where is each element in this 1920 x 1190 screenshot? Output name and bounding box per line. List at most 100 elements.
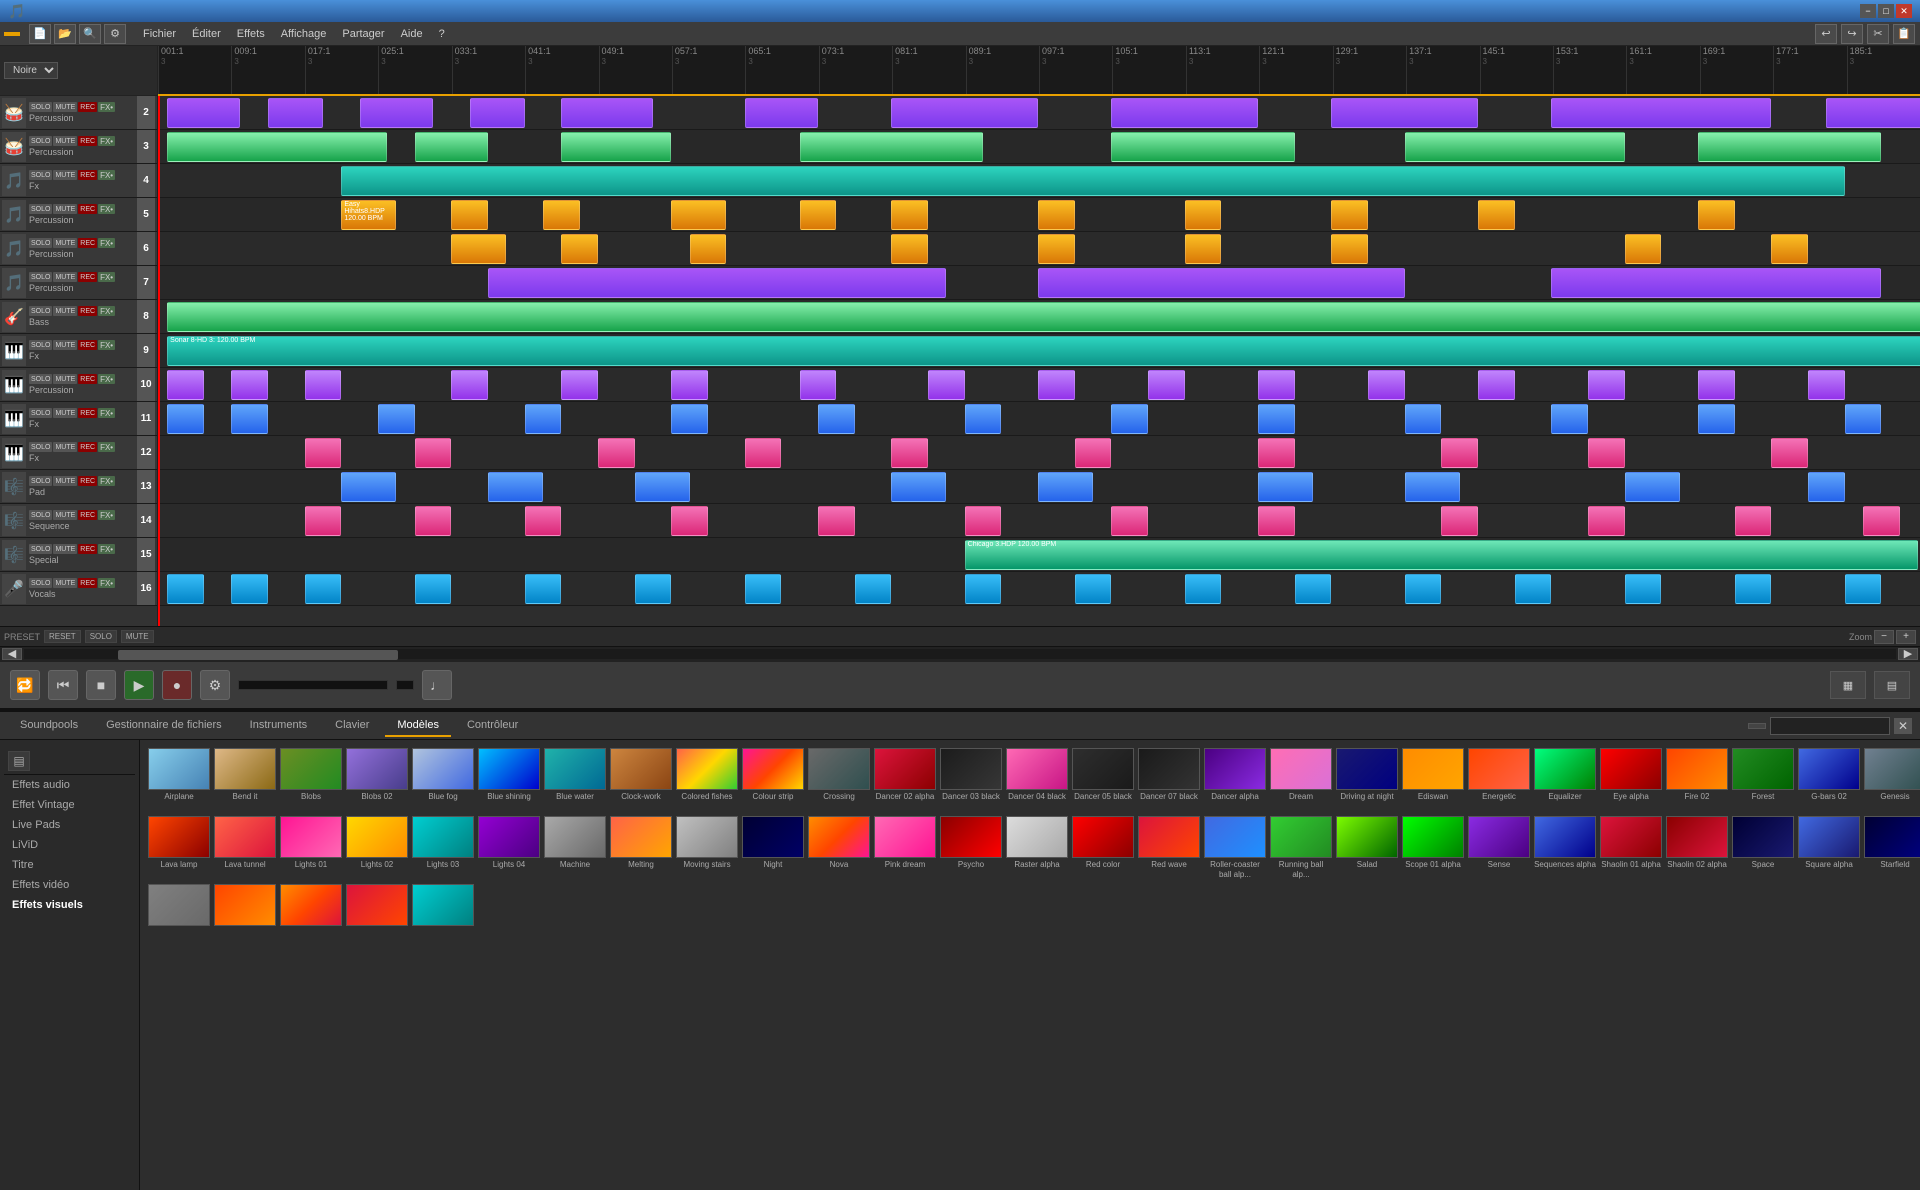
sample-shaolin-01-alpha[interactable]: Shaolin 01 alpha (1600, 816, 1662, 880)
rec-btn-9[interactable]: REC (78, 340, 97, 350)
sample-driving-at-night[interactable]: Driving at night (1336, 748, 1398, 812)
fx-btn-8[interactable]: FX• (98, 306, 115, 316)
new-btn[interactable]: 📄 (29, 24, 51, 44)
clip-13-7[interactable] (1625, 472, 1680, 502)
sample-pink-dream[interactable]: Pink dream (874, 816, 936, 880)
rec-btn-8[interactable]: REC (78, 306, 97, 316)
sample-blue-water[interactable]: Blue water (544, 748, 606, 812)
sample-shaolin-02-alpha[interactable]: Shaolin 02 alpha (1666, 816, 1728, 880)
clip-10-7[interactable] (928, 370, 965, 400)
clip-13-4[interactable] (1038, 472, 1093, 502)
rec-btn-4[interactable]: REC (78, 170, 97, 180)
solo-btn-global[interactable]: SOLO (85, 630, 117, 643)
clip-5-3[interactable] (671, 200, 726, 230)
mute-btn-13[interactable]: MUTE (53, 476, 77, 486)
fx-btn-4[interactable]: FX• (98, 170, 115, 180)
search-input[interactable] (1770, 717, 1890, 735)
rec-btn-11[interactable]: REC (78, 408, 97, 418)
sample-[interactable] (214, 884, 276, 948)
sample-ediswan[interactable]: Ediswan (1402, 748, 1464, 812)
sample-fire-02[interactable]: Fire 02 (1666, 748, 1728, 812)
rec-btn-5[interactable]: REC (78, 204, 97, 214)
clip-14-8[interactable] (1441, 506, 1478, 536)
tab-gestionnaire-de-fichiers[interactable]: Gestionnaire de fichiers (94, 715, 234, 737)
search-clear-btn[interactable]: ✕ (1894, 718, 1912, 734)
sample-roller-coaster-ball-alp...[interactable]: Roller-coaster ball alp... (1204, 816, 1266, 880)
solo-btn-11[interactable]: SOLO (29, 408, 52, 418)
clip-5-9[interactable] (1478, 200, 1515, 230)
sample-lava-lamp[interactable]: Lava lamp (148, 816, 210, 880)
clip-6-5[interactable] (1185, 234, 1222, 264)
transport-settings-btn[interactable]: ⚙ (200, 670, 230, 700)
clip-10-6[interactable] (800, 370, 837, 400)
clip-3-1[interactable] (415, 132, 488, 162)
lower-icon-1[interactable]: ▤ (8, 751, 30, 771)
solo-btn-12[interactable]: SOLO (29, 442, 52, 452)
clip-5-10[interactable] (1698, 200, 1735, 230)
mute-btn-14[interactable]: MUTE (53, 510, 77, 520)
rec-btn-16[interactable]: REC (78, 578, 97, 588)
clip-15-0[interactable]: Chicago 3.HDP 120.00 BPM (965, 540, 1918, 570)
clip-16-12[interactable] (1405, 574, 1442, 604)
solo-btn-10[interactable]: SOLO (29, 374, 52, 384)
clip-6-3[interactable] (891, 234, 928, 264)
sample-equalizer[interactable]: Equalizer (1534, 748, 1596, 812)
clip-16-4[interactable] (525, 574, 562, 604)
sample-forest[interactable]: Forest (1732, 748, 1794, 812)
clip-14-2[interactable] (525, 506, 562, 536)
sample-lights-03[interactable]: Lights 03 (412, 816, 474, 880)
clip-12-9[interactable] (1771, 438, 1808, 468)
clip-6-2[interactable] (690, 234, 727, 264)
clip-13-3[interactable] (891, 472, 946, 502)
clip-2-2[interactable] (360, 98, 433, 128)
scroll-thumb[interactable] (118, 650, 399, 660)
menu-help-icon[interactable]: ? (431, 26, 453, 42)
clip-16-13[interactable] (1515, 574, 1552, 604)
mute-btn-12[interactable]: MUTE (53, 442, 77, 452)
clip-5-4[interactable] (800, 200, 837, 230)
solo-btn-13[interactable]: SOLO (29, 476, 52, 486)
fx-btn-6[interactable]: FX• (98, 238, 115, 248)
solo-btn-15[interactable]: SOLO (29, 544, 52, 554)
clip-16-16[interactable] (1845, 574, 1882, 604)
clip-16-14[interactable] (1625, 574, 1662, 604)
clip-16-8[interactable] (965, 574, 1002, 604)
sample-scope-01-alpha[interactable]: Scope 01 alpha (1402, 816, 1464, 880)
clip-13-0[interactable] (341, 472, 396, 502)
sample-clock-work[interactable]: Clock-work (610, 748, 672, 812)
clip-10-1[interactable] (231, 370, 268, 400)
sample-lights-04[interactable]: Lights 04 (478, 816, 540, 880)
clip-13-5[interactable] (1258, 472, 1313, 502)
sample-machine[interactable]: Machine (544, 816, 606, 880)
tab-contrôleur[interactable]: Contrôleur (455, 715, 530, 737)
tab-modèles[interactable]: Modèles (385, 715, 451, 737)
clip-3-4[interactable] (1111, 132, 1294, 162)
sample-night[interactable]: Night (742, 816, 804, 880)
track-row-3[interactable] (158, 130, 1920, 164)
sidebar-item-live-pads[interactable]: Live Pads (4, 815, 135, 835)
sample-crossing[interactable]: Crossing (808, 748, 870, 812)
sample-blue-fog[interactable]: Blue fog (412, 748, 474, 812)
fx-btn-9[interactable]: FX• (98, 340, 115, 350)
sample-nova[interactable]: Nova (808, 816, 870, 880)
stop-btn[interactable]: ■ (86, 670, 116, 700)
clip-6-4[interactable] (1038, 234, 1075, 264)
clip-5-2[interactable] (543, 200, 580, 230)
clip-14-7[interactable] (1258, 506, 1295, 536)
track-row-2[interactable] (158, 96, 1920, 130)
clip-16-10[interactable] (1185, 574, 1222, 604)
fx-btn-12[interactable]: FX• (98, 442, 115, 452)
clip-13-6[interactable] (1405, 472, 1460, 502)
clip-11-9[interactable] (1405, 404, 1442, 434)
maximize-button[interactable]: □ (1878, 4, 1894, 18)
mute-btn-11[interactable]: MUTE (53, 408, 77, 418)
menu-effets[interactable]: Effets (229, 26, 273, 42)
menu-aide[interactable]: Aide (393, 26, 431, 42)
sample-energetic[interactable]: Energetic (1468, 748, 1530, 812)
solo-btn-8[interactable]: SOLO (29, 306, 52, 316)
clip-10-0[interactable] (167, 370, 204, 400)
clip-14-4[interactable] (818, 506, 855, 536)
sidebar-item-titre[interactable]: Titre (4, 855, 135, 875)
rec-btn-3[interactable]: REC (78, 136, 97, 146)
clip-7-2[interactable] (1551, 268, 1881, 298)
